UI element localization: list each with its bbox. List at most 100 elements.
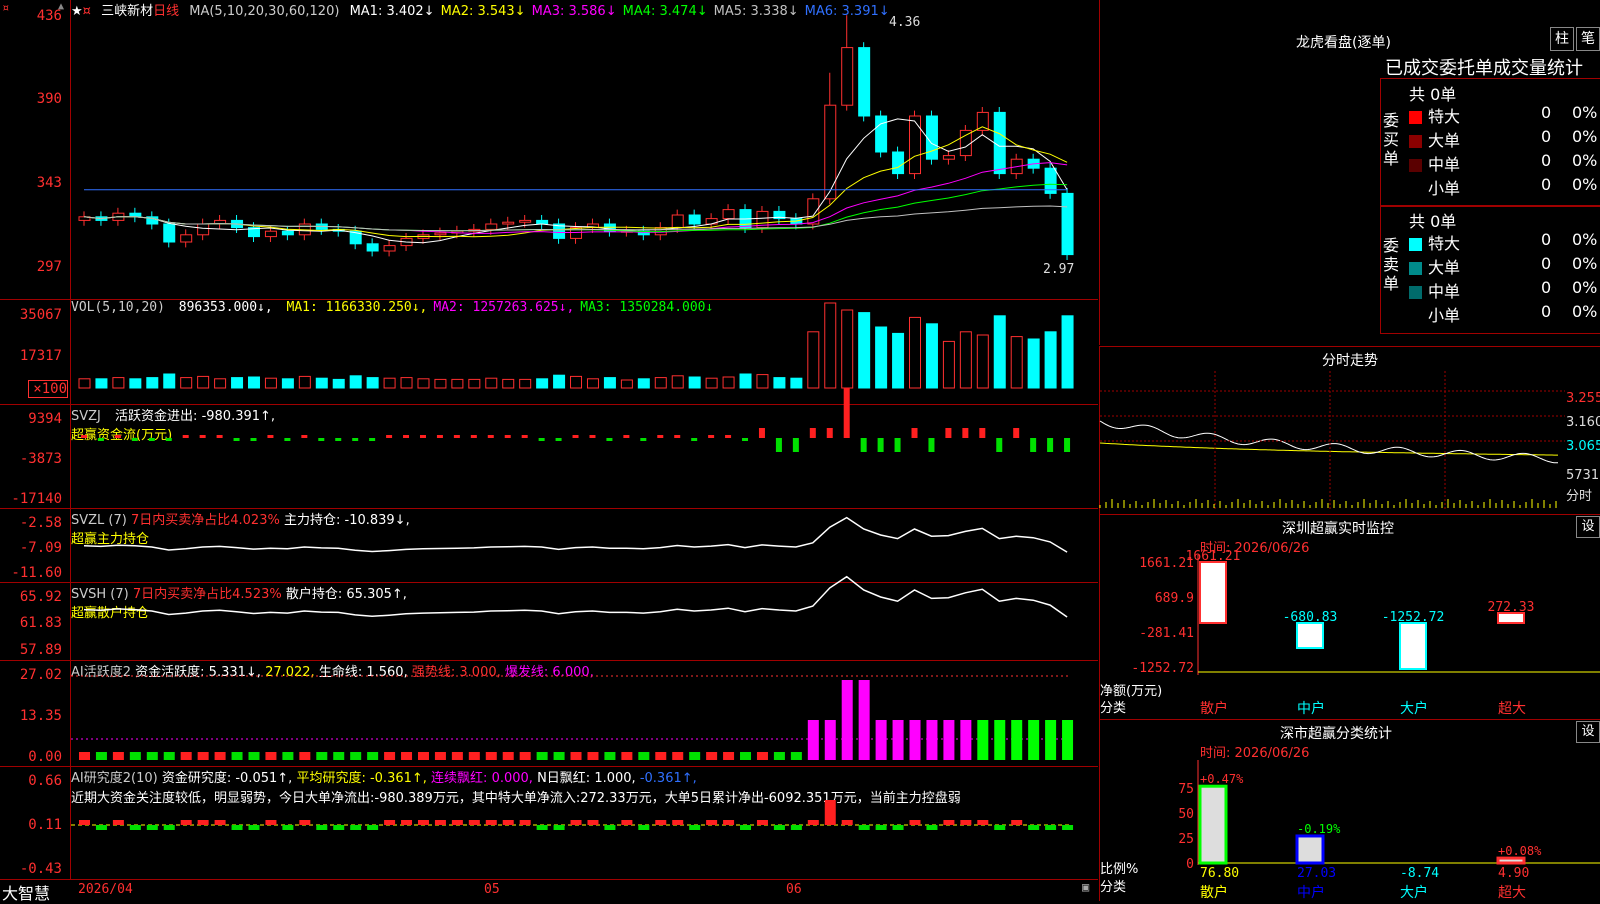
ai-activity-bars[interactable] [71, 661, 1098, 766]
candle-body [858, 47, 871, 117]
activity-bar [485, 752, 497, 760]
flow-bar [267, 435, 274, 438]
svzl-panel[interactable]: -2.58 -7.09 -11.60 SVZL (7) 7日内买卖净占比4.02… [0, 509, 1098, 583]
tick-mode-button[interactable]: 笔 [1576, 27, 1600, 51]
svzj-axis: 9394 -3873 -17140 [0, 405, 71, 508]
flow-bar [877, 438, 884, 452]
research-bar [553, 825, 565, 830]
volume-bar [637, 378, 650, 389]
svzj-panel[interactable]: 9394 -3873 -17140 SVZJ 活跃资金进出: -980.391↑… [0, 388, 1098, 509]
ai-research-panel[interactable]: 0.66 0.11 -0.43 AI研究度2(10) 资金研究度: -0.051… [0, 767, 1098, 880]
candle-body [1061, 192, 1074, 256]
menu-icon[interactable]: ¤ [2, 1, 9, 15]
research-bar [740, 825, 752, 830]
research-bar [689, 825, 701, 830]
research-bar [824, 800, 836, 825]
intraday-tick: 3.255 [1566, 391, 1600, 406]
high-price-label: 4.36 [889, 15, 921, 30]
sz-monitor-panel[interactable]: 深圳超赢实时监控 设 时间: 2026/06/26 1661.21 689.9 -2… [1099, 514, 1600, 719]
volume-bar [603, 377, 616, 389]
volume-bars[interactable] [71, 300, 1098, 404]
sz-monitor-value-label: 1661.21 [1186, 549, 1241, 564]
research-bar [231, 825, 243, 830]
volume-panel[interactable]: 35067 17317 ×100 VOL(5,10,20) 896353.000… [0, 300, 1098, 405]
candle-body [129, 212, 142, 218]
svsh-axis: 65.92 61.83 57.89 [0, 583, 71, 660]
sz-monitor-value-label: 272.33 [1488, 600, 1535, 615]
sz-monitor-chart[interactable]: 1661.21689.9-281.41-1252.721661.21散户-680… [1100, 515, 1600, 719]
candlestick-chart[interactable] [71, 0, 1098, 299]
candle-body [909, 115, 922, 175]
sz-class-tick: 0 [1186, 857, 1194, 872]
candle-body [502, 221, 515, 225]
flow-bar [487, 435, 494, 438]
sz-class-chart[interactable]: 75 50 25 0 +0.47% 76.80 散户 -0.19% 27.03 中户 -8.74 大户… [1100, 720, 1600, 901]
volume-bar [942, 340, 955, 389]
svzj-bars[interactable] [71, 388, 1098, 508]
research-bar [502, 820, 514, 825]
svsh-tick: 61.83 [19, 615, 62, 631]
svsh-line-path [83, 575, 1068, 618]
activity-bar [434, 752, 446, 760]
activity-bar [740, 752, 752, 760]
activity-bar [129, 752, 141, 760]
flow-bar [657, 435, 664, 438]
flow-bar [233, 438, 240, 441]
order-pct: 0% [1572, 302, 1598, 321]
flow-bar [640, 438, 647, 441]
activity-bar [977, 720, 989, 760]
volume-bar [298, 375, 311, 389]
intraday-panel[interactable]: 分时走势 3.255 3.160 3.065 57317 分时 [1099, 346, 1600, 514]
bar-mode-button[interactable]: 柱 [1550, 27, 1574, 51]
lhb-panel: 龙虎看盘(逐单) 柱 笔 已成交委托单成交量统计 委买单 共 0单 特大 0 0% 大… [1099, 0, 1600, 345]
volume-bar [383, 377, 396, 389]
research-bar [706, 820, 718, 825]
flow-bar [792, 438, 799, 452]
ai-research-bars[interactable] [71, 767, 1098, 879]
order-pct: 0% [1572, 254, 1598, 273]
svzl-line[interactable] [71, 509, 1098, 582]
candle-body [824, 104, 837, 200]
research-bar [892, 825, 904, 830]
activity-bar [553, 752, 565, 760]
flow-bar [708, 435, 715, 438]
scroll-up-icon[interactable]: ▲ [58, 1, 64, 12]
sz-class-category: 中户 [1297, 884, 1325, 901]
sz-class-panel[interactable]: 深市超赢分类统计 设 时间: 2026/06/26 75 50 25 0 +0.47% 7… [1099, 719, 1600, 901]
intraday-chart[interactable] [1099, 371, 1565, 511]
volume-tick: 17317 [19, 348, 62, 364]
order-pct: 0% [1572, 175, 1598, 194]
research-bar [417, 820, 429, 825]
ai-research-tick: -0.43 [19, 861, 62, 877]
volume-bar [214, 378, 227, 389]
order-pct: 0% [1572, 103, 1598, 122]
candle-body [925, 115, 938, 160]
ai-activity-panel[interactable]: 27.02 13.35 0.00 AI活跃度2 资金活跃度: 5.331↓, 2… [0, 661, 1098, 767]
svsh-line[interactable] [71, 575, 1098, 660]
flow-bar [1064, 438, 1071, 452]
sz-class-bar [1496, 856, 1526, 865]
research-bar [367, 825, 379, 830]
research-bar [468, 820, 480, 825]
order-row: 小单 0 0% [1409, 175, 1599, 199]
volume-bar [756, 374, 769, 389]
intraday-avg-line [1099, 442, 1558, 456]
activity-bar [163, 752, 175, 760]
lock-icon[interactable]: ▣ [1082, 880, 1089, 894]
candle-body [722, 209, 735, 220]
svsh-panel[interactable]: 65.92 61.83 57.89 SVSH (7) 7日内买卖净占比4.523… [0, 575, 1098, 661]
order-row: 大单 0 0% [1409, 254, 1599, 278]
research-bar [265, 820, 277, 825]
activity-bar [248, 752, 260, 760]
sz-monitor-category: 散户 [1200, 700, 1228, 717]
order-row: 大单 0 0% [1409, 127, 1599, 151]
research-bar [214, 820, 226, 825]
research-bar [282, 825, 294, 830]
sz-class-tick: 25 [1178, 832, 1194, 847]
sz-class-change-label: -0.19% [1297, 822, 1341, 836]
candle-body [197, 223, 210, 236]
research-bar [841, 820, 853, 825]
activity-bar [587, 752, 599, 760]
main-chart-panel[interactable]: 436 390 343 297 ¤ ▲ ★¤ 三峡新材日线 MA(5,10,20… [0, 0, 1098, 300]
research-bar [773, 825, 785, 830]
